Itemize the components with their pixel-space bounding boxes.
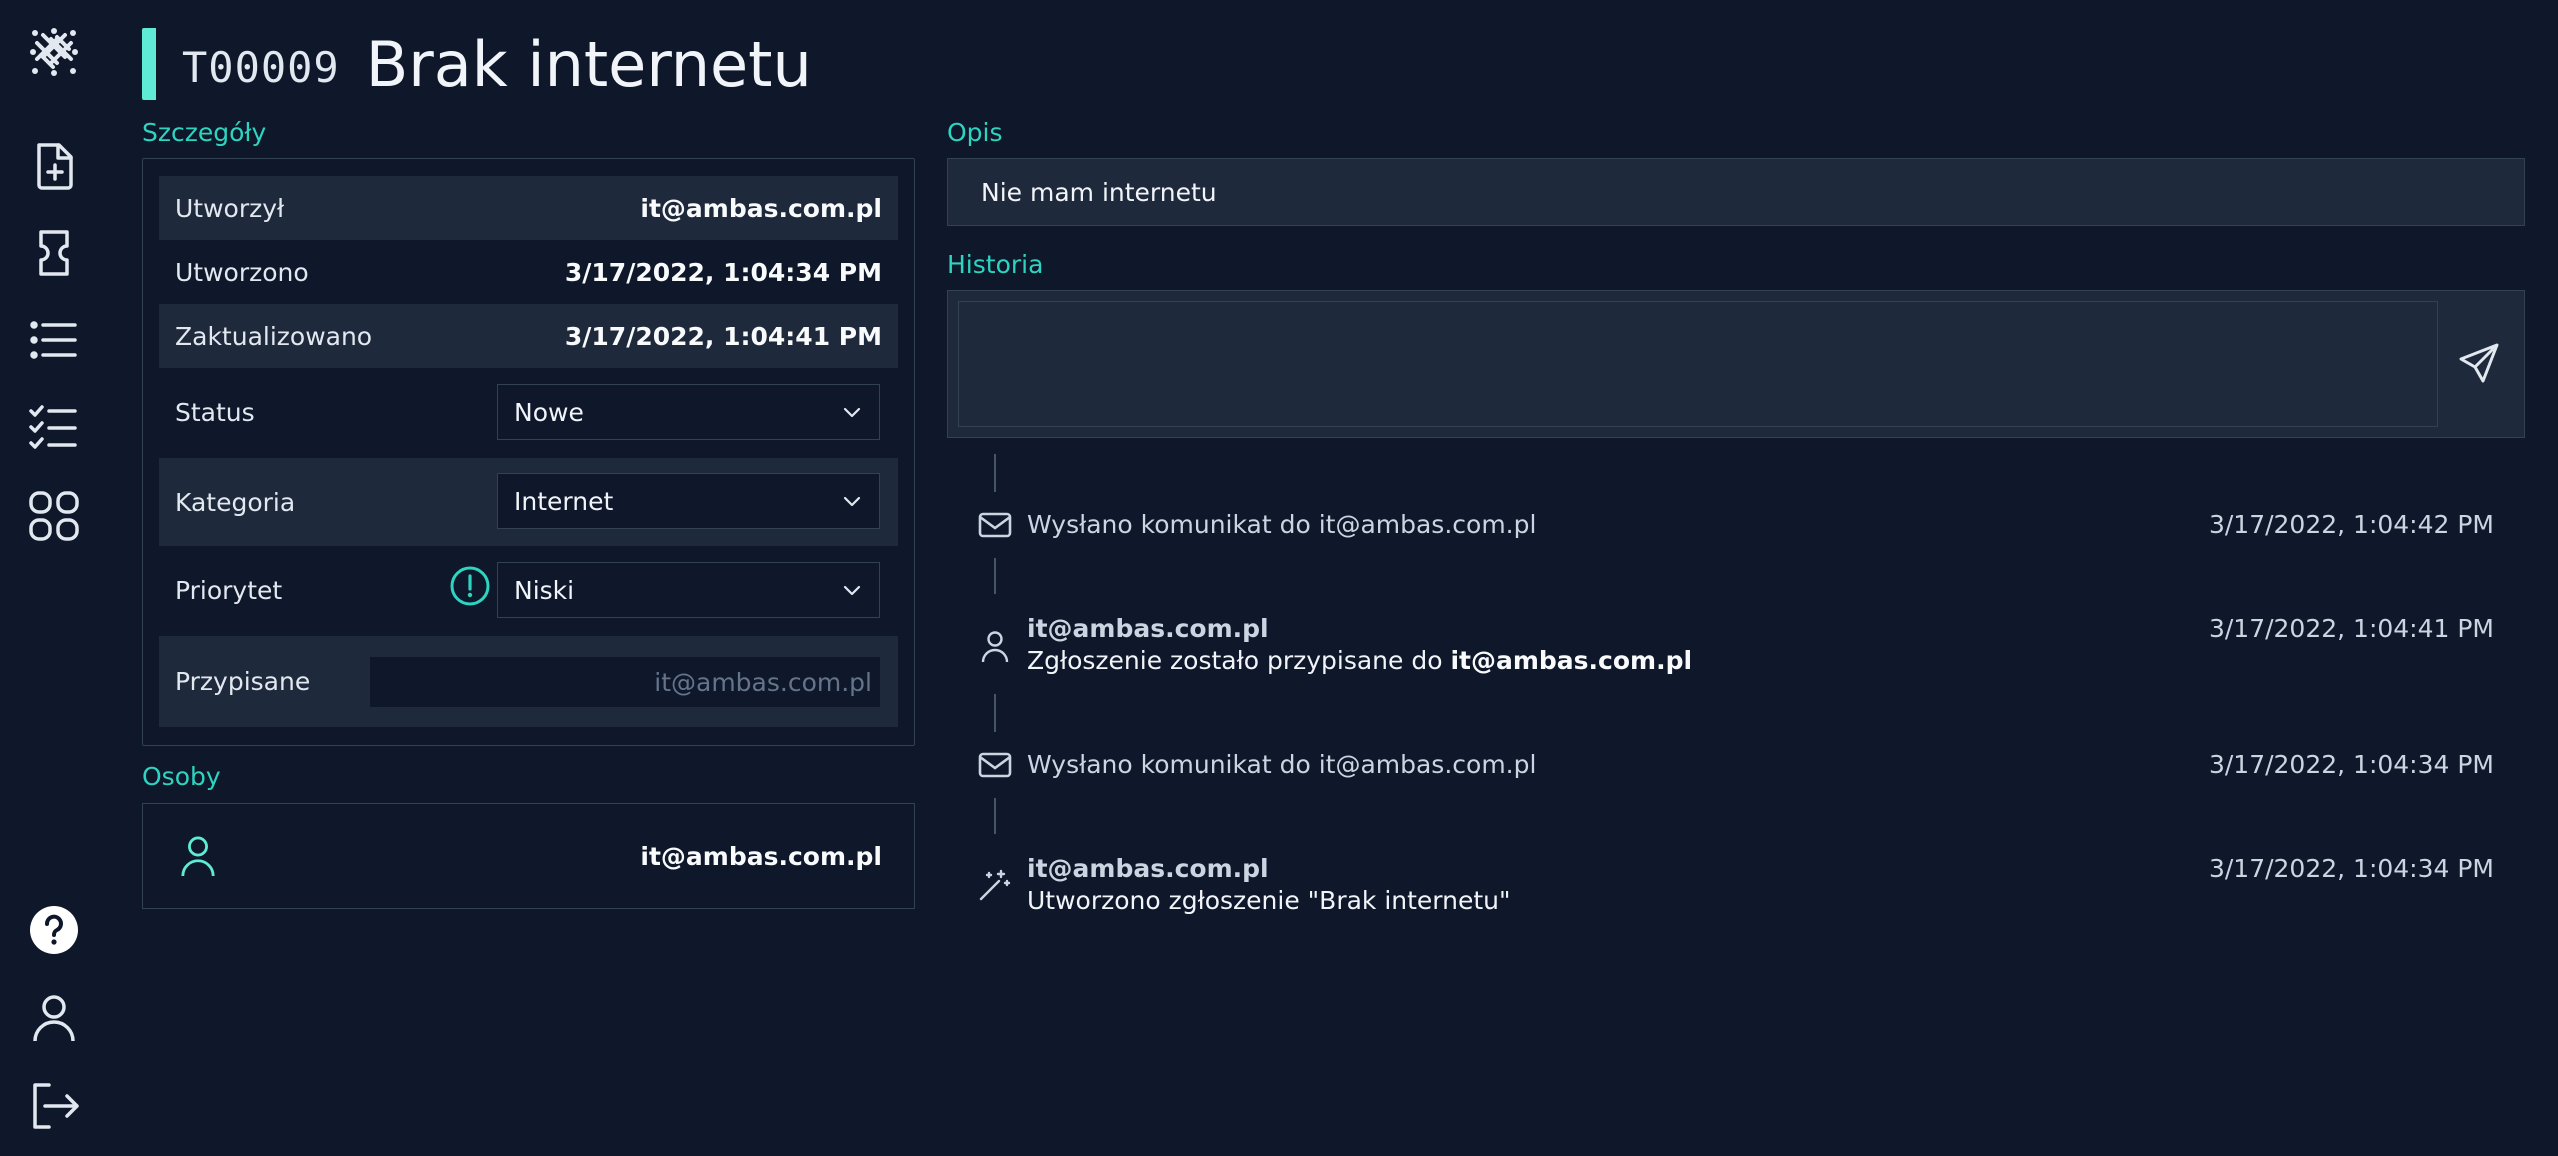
created-value: 3/17/2022, 1:04:34 PM: [564, 257, 882, 287]
comment-textarea[interactable]: [958, 301, 2438, 427]
page-header: T00009 Brak internetu: [142, 27, 812, 101]
created-label: Utworzono: [175, 257, 309, 287]
status-label: Status: [175, 397, 255, 427]
updated-value: 3/17/2022, 1:04:41 PM: [564, 321, 882, 351]
history-item-time: 3/17/2022, 1:04:42 PM: [2208, 510, 2494, 539]
history-item-time: 3/17/2022, 1:04:41 PM: [2208, 614, 2494, 643]
tickets-icon[interactable]: [24, 223, 84, 283]
send-icon: [2459, 343, 2499, 383]
priority-label: Priorytet: [175, 575, 283, 605]
history-item-text: Zgłoszenie zostało przypisane do it@amba…: [1027, 646, 1692, 675]
history-item-text-bold: it@ambas.com.pl: [1450, 646, 1693, 675]
user-icon: [181, 836, 215, 877]
app-logo-icon[interactable]: [24, 22, 84, 82]
page-title: Brak internetu: [365, 27, 812, 101]
timeline-connector: [994, 454, 996, 492]
priority-select-value: Niski: [514, 575, 575, 605]
category-select-value: Internet: [514, 486, 614, 516]
history-item-text: Wysłano komunikat do it@ambas.com.pl: [1027, 750, 1537, 779]
profile-icon[interactable]: [24, 988, 84, 1048]
dashboard-grid-icon[interactable]: [24, 486, 84, 546]
created-by-row: Utworzył it@ambas.com.pl: [159, 176, 898, 240]
details-section-title: Szczegóły: [142, 118, 267, 147]
status-select[interactable]: Nowe: [497, 384, 880, 440]
assigned-input[interactable]: it@ambas.com.pl: [370, 657, 880, 707]
updated-row: Zaktualizowano 3/17/2022, 1:04:41 PM: [159, 304, 898, 368]
logout-icon[interactable]: [24, 1076, 84, 1136]
people-section-title: Osoby: [142, 762, 221, 791]
new-ticket-icon[interactable]: [24, 136, 84, 196]
checklist-icon[interactable]: [24, 398, 84, 458]
ticket-id: T00009: [182, 42, 340, 92]
details-panel: Utworzył it@ambas.com.pl Utworzono 3/17/…: [142, 158, 915, 746]
created-row: Utworzono 3/17/2022, 1:04:34 PM: [159, 240, 898, 304]
history-item-time: 3/17/2022, 1:04:34 PM: [2208, 750, 2494, 779]
history-item-author: it@ambas.com.pl: [1027, 854, 1269, 883]
priority-alert-icon: [449, 565, 491, 607]
chevron-down-icon: [843, 585, 861, 596]
help-icon[interactable]: [24, 900, 84, 960]
timeline-connector: [994, 798, 996, 834]
chevron-down-icon: [843, 407, 861, 418]
category-label: Kategoria: [175, 487, 296, 517]
list-icon[interactable]: [24, 310, 84, 370]
send-button[interactable]: [2452, 336, 2506, 390]
history-item-text-prefix: Zgłoszenie zostało przypisane do: [1027, 646, 1451, 675]
people-panel: it@ambas.com.pl: [142, 803, 915, 909]
history-item-time: 3/17/2022, 1:04:34 PM: [2208, 854, 2494, 883]
history-item-author: it@ambas.com.pl: [1027, 614, 1269, 643]
updated-label: Zaktualizowano: [175, 321, 373, 351]
category-select[interactable]: Internet: [497, 473, 880, 529]
created-by-label: Utworzył: [175, 193, 285, 223]
description-text: Nie mam internetu: [981, 177, 1217, 207]
status-select-value: Nowe: [514, 397, 584, 427]
chevron-down-icon: [843, 496, 861, 507]
timeline-connector: [994, 694, 996, 732]
created-by-value: it@ambas.com.pl: [640, 193, 882, 223]
person-email[interactable]: it@ambas.com.pl: [640, 842, 882, 871]
description-box: Nie mam internetu: [947, 158, 2525, 226]
history-item-text: Utworzono zgłoszenie "Brak internetu": [1027, 886, 1511, 915]
mail-icon: [976, 746, 1014, 784]
history-section-title: Historia: [947, 250, 1044, 279]
mail-icon: [976, 506, 1014, 544]
user-icon: [976, 627, 1014, 665]
description-section-title: Opis: [947, 118, 1003, 147]
magic-wand-icon: [976, 866, 1014, 904]
assigned-label: Przypisane: [175, 667, 311, 696]
header-accent-bar: [142, 28, 156, 100]
timeline-connector: [994, 558, 996, 594]
history-comment-box: [947, 290, 2525, 438]
history-item-text: Wysłano komunikat do it@ambas.com.pl: [1027, 510, 1537, 539]
sidebar: [0, 0, 108, 1156]
priority-select[interactable]: Niski: [497, 562, 880, 618]
